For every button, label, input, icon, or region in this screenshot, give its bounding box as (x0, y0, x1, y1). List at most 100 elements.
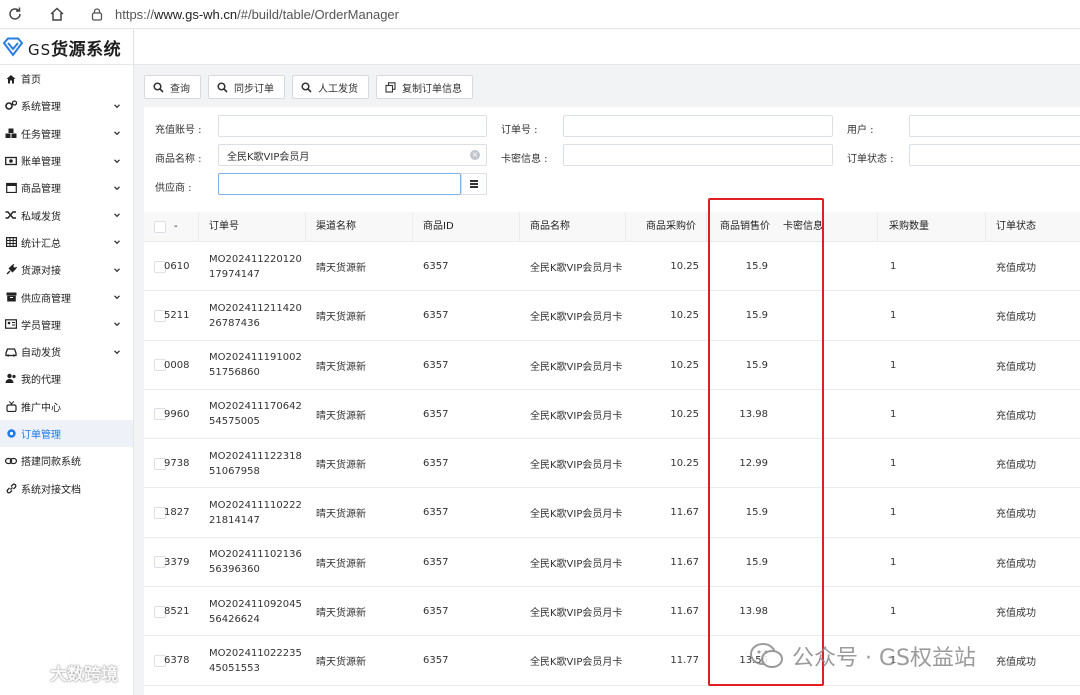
query-button[interactable]: 查询 (144, 75, 201, 99)
cell-purchase-price: 10.25 (670, 261, 699, 272)
manual-delivery-button-label: 人工发货 (318, 83, 358, 95)
cell-purchase-price: 10.25 (670, 310, 699, 322)
user-input[interactable] (909, 115, 1080, 137)
chevron-down-icon (113, 102, 121, 110)
sidebar-item-10[interactable]: 自动发货 (0, 338, 133, 365)
product-name-label: 商品名称 : (155, 154, 202, 165)
col-product-id[interactable]: 商品ID (413, 212, 520, 242)
cell-channel: 晴天货源新 (316, 312, 366, 324)
table-body: 0610 MO20241122012017974147 晴天货源新 6357 全民K歌V… (144, 242, 1080, 686)
sidebar-item-label: 系统管理 (21, 102, 61, 114)
cell-order-no: MO20241121142026787436 (209, 302, 302, 329)
recharge-account-input[interactable] (218, 115, 487, 137)
row-select-cell (144, 439, 166, 488)
table-row[interactable]: 8521 MO20241109204556426624 晴天货源新 6357 全民K歌V… (144, 587, 1080, 637)
col-product-name[interactable]: 商品名称 (520, 212, 626, 242)
col-order-no[interactable]: 订单号 (199, 212, 306, 242)
order-no-input[interactable] (563, 115, 833, 137)
archive-icon (5, 291, 17, 303)
supplier-picker-button[interactable] (461, 173, 487, 195)
col-quantity[interactable]: 采购数量 (878, 212, 986, 242)
sidebar-item-11[interactable]: 我的代理 (0, 365, 133, 392)
sidebar-item-2[interactable]: 任务管理 (0, 120, 133, 147)
watermark-left-text: 大数跨境 (50, 665, 118, 685)
cell-product-name: 全民K歌VIP会员月卡 (530, 361, 623, 373)
cell-product-name: 全民K歌VIP会员月卡 (530, 410, 623, 422)
logo[interactable]: GS货源系统 (0, 29, 134, 65)
cell-purchase-price: 10.25 (670, 359, 699, 371)
table-row[interactable]: 9738 MO20241112231851067958 晴天货源新 6357 全民K歌V… (144, 439, 1080, 489)
row-select-cell (144, 538, 166, 587)
table-row[interactable]: 0008 MO20241119100251756860 晴天货源新 6357 全民K歌V… (144, 341, 1080, 390)
sidebar-item-0[interactable]: 首页 (0, 65, 133, 92)
cell-order-no: MO20241117064254575005 (209, 401, 302, 428)
sidebar-item-label: 私域发货 (21, 211, 61, 223)
sidebar-item-1[interactable]: 系统管理 (0, 92, 133, 119)
cell-channel: 晴天货源新 (316, 460, 366, 472)
col-id[interactable]: - (164, 212, 199, 242)
col-purchase-price[interactable]: 商品采购价 (626, 212, 707, 242)
address-bar[interactable]: https://www.gs-wh.cn/#/build/table/Order… (115, 7, 399, 22)
toolbar: 查询 同步订单 人工发货 复制订单信息 (144, 75, 480, 101)
manual-delivery-button[interactable]: 人工发货 (292, 75, 369, 99)
home-button-icon[interactable] (47, 4, 67, 24)
chevron-down-icon (113, 211, 121, 219)
sidebar-item-12[interactable]: 推广中心 (0, 393, 133, 420)
col-channel[interactable]: 渠道名称 (306, 212, 413, 242)
sidebar-item-5[interactable]: 私域发货 (0, 201, 133, 228)
cell-quantity: 1 (890, 261, 897, 272)
lock-icon[interactable] (89, 6, 105, 22)
order-status-select[interactable] (909, 144, 1080, 166)
sidebar-item-label: 学员管理 (21, 320, 61, 332)
cell-product-id: 6357 (423, 655, 449, 667)
supplier-input[interactable] (218, 173, 461, 195)
chevron-down-icon (113, 184, 121, 192)
cell-product-name: 全民K歌VIP会员月卡 (530, 558, 623, 570)
sidebar-item-7[interactable]: 货源对接 (0, 256, 133, 283)
table-row[interactable]: 9960 MO20241117064254575005 晴天货源新 6357 全民K歌V… (144, 390, 1080, 440)
cell-id: 9960 (164, 408, 190, 420)
table-row[interactable]: 3379 MO20241110213656396360 晴天货源新 6357 全民K歌V… (144, 538, 1080, 588)
clear-icon[interactable]: × (470, 150, 480, 160)
cell-product-name: 全民K歌VIP会员月卡 (530, 460, 623, 472)
watermark-left: 大数跨境 (8, 660, 118, 685)
cell-product-id: 6357 (423, 408, 449, 420)
browser-bar: https://www.gs-wh.cn/#/build/table/Order… (0, 0, 1080, 29)
sidebar-item-6[interactable]: 统计汇总 (0, 229, 133, 256)
table-row[interactable]: 0610 MO20241122012017974147 晴天货源新 6357 全民K歌V… (144, 242, 1080, 292)
cell-product-name: 全民K歌VIP会员月卡 (530, 509, 623, 521)
reload-icon[interactable] (5, 4, 25, 24)
cell-channel: 晴天货源新 (316, 361, 366, 373)
sidebar-item-3[interactable]: 账单管理 (0, 147, 133, 174)
sidebar-item-label: 商品管理 (21, 184, 61, 196)
cell-id: 5211 (164, 310, 190, 322)
cell-quantity: 1 (890, 408, 897, 420)
card-info-input[interactable] (563, 144, 833, 166)
sidebar-item-13[interactable]: 订单管理 (0, 419, 133, 448)
wechat-icon (750, 643, 783, 668)
sidebar-item-15[interactable]: 系统对接文档 (0, 474, 133, 501)
cell-channel: 晴天货源新 (316, 509, 366, 521)
cell-channel: 晴天货源新 (316, 558, 366, 570)
chevron-down-icon (113, 157, 121, 165)
cell-purchase-price: 11.77 (670, 655, 699, 667)
product-name-input[interactable]: 全民K歌VIP会员月 × (218, 144, 487, 166)
car-icon (5, 346, 17, 358)
cell-product-id: 6357 (423, 606, 449, 618)
cell-order-no: MO20241119100251756860 (209, 352, 302, 379)
cell-channel: 晴天货源新 (316, 410, 366, 422)
table-row[interactable]: 1827 MO20241111022221814147 晴天货源新 6357 全民K歌V… (144, 488, 1080, 538)
copy-order-info-button[interactable]: 复制订单信息 (376, 75, 473, 99)
cell-order-no: MO20241112231851067958 (209, 450, 302, 477)
sidebar-item-14[interactable]: 搭建同款系统 (0, 447, 133, 474)
sync-orders-button[interactable]: 同步订单 (208, 75, 285, 99)
col-order-status[interactable]: 订单状态 (986, 212, 1080, 242)
row-select-cell (144, 291, 166, 340)
sidebar-item-8[interactable]: 供应商管理 (0, 283, 133, 310)
table-row[interactable]: 5211 MO20241121142026787436 晴天货源新 6357 全民K歌V… (144, 291, 1080, 341)
copy-icon (385, 81, 396, 93)
chevron-down-icon (113, 238, 121, 246)
sidebar-item-4[interactable]: 商品管理 (0, 174, 133, 201)
row-select-cell (144, 341, 166, 390)
sidebar-item-9[interactable]: 学员管理 (0, 311, 133, 338)
